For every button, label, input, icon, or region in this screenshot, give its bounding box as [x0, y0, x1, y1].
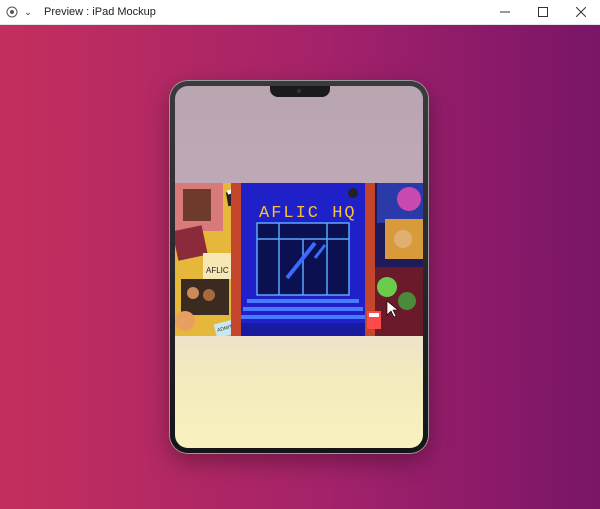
app-icon [6, 6, 18, 18]
aflic-hq-sign: AFLIC HQ [259, 204, 357, 223]
window-title: Preview : iPad Mockup [44, 6, 156, 18]
title-bar: ⌄ Preview : iPad Mockup [0, 0, 600, 25]
aflic-hq-banner: AFLIC HQ ADMIT ONE AFLIC HQ [175, 183, 423, 336]
ipad-screen: AFLIC HQ ADMIT ONE AFLIC HQ [175, 86, 423, 448]
preview-stage: AFLIC HQ ADMIT ONE AFLIC HQ [0, 25, 600, 509]
ipad-mockup: AFLIC HQ ADMIT ONE AFLIC HQ [170, 81, 428, 453]
chevron-down-icon[interactable]: ⌄ [22, 7, 34, 18]
close-button[interactable] [562, 0, 600, 24]
camera-notch [270, 86, 330, 97]
maximize-button[interactable] [524, 0, 562, 24]
minimize-button[interactable] [486, 0, 524, 24]
